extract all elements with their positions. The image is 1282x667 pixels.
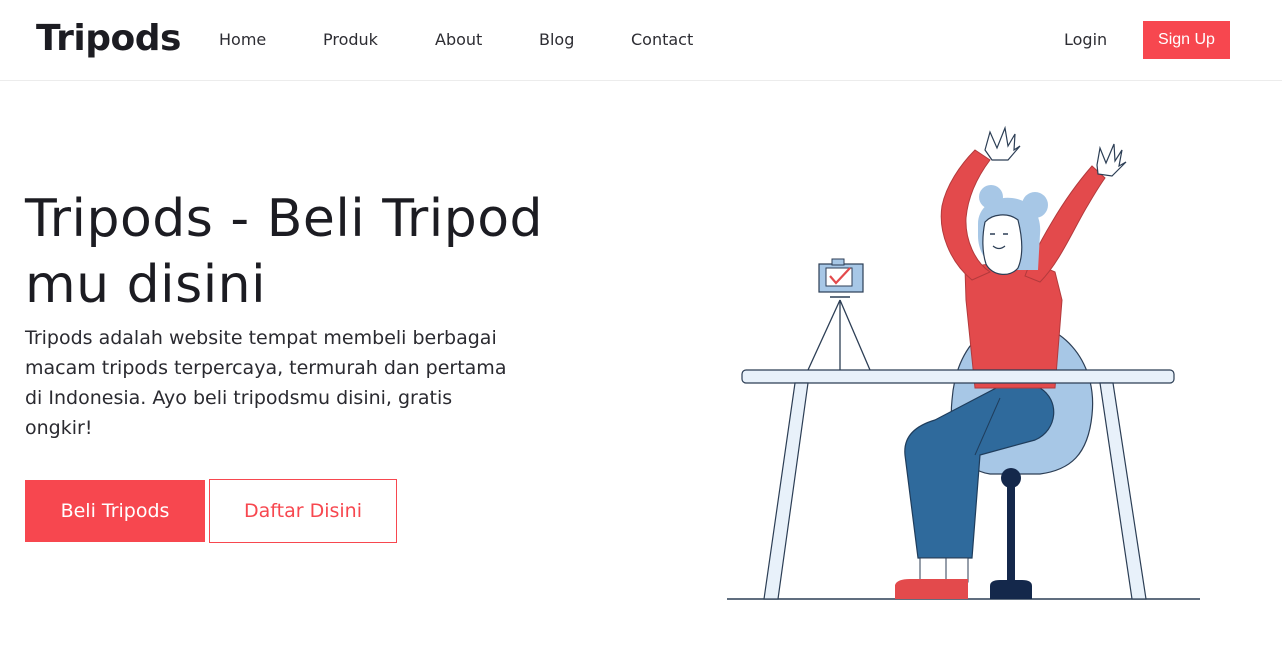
hero-title: Tripods - Beli Tripod mu disini bbox=[25, 189, 544, 315]
person-head bbox=[978, 185, 1048, 275]
login-link[interactable]: Login bbox=[1064, 30, 1107, 49]
nav-link-blog[interactable]: Blog bbox=[539, 30, 574, 49]
nav-link-produk[interactable]: Produk bbox=[323, 30, 378, 49]
hero-description: Tripods adalah website tempat membeli be… bbox=[25, 327, 507, 439]
buy-tripods-button[interactable]: Beli Tripods bbox=[25, 480, 205, 542]
person-legs bbox=[895, 385, 1055, 599]
nav-link-about[interactable]: About bbox=[435, 30, 482, 49]
signup-button[interactable]: Sign Up bbox=[1143, 21, 1230, 59]
nav-link-contact[interactable]: Contact bbox=[631, 30, 693, 49]
brand-logo[interactable]: Tripods bbox=[36, 18, 181, 59]
hero-illustration bbox=[727, 125, 1200, 600]
tripod-camera-graphic bbox=[807, 258, 871, 371]
nav-link-home[interactable]: Home bbox=[219, 30, 266, 49]
register-button[interactable]: Daftar Disini bbox=[209, 479, 397, 543]
navbar: Tripods Home Produk About Blog Contact L… bbox=[0, 0, 1282, 81]
